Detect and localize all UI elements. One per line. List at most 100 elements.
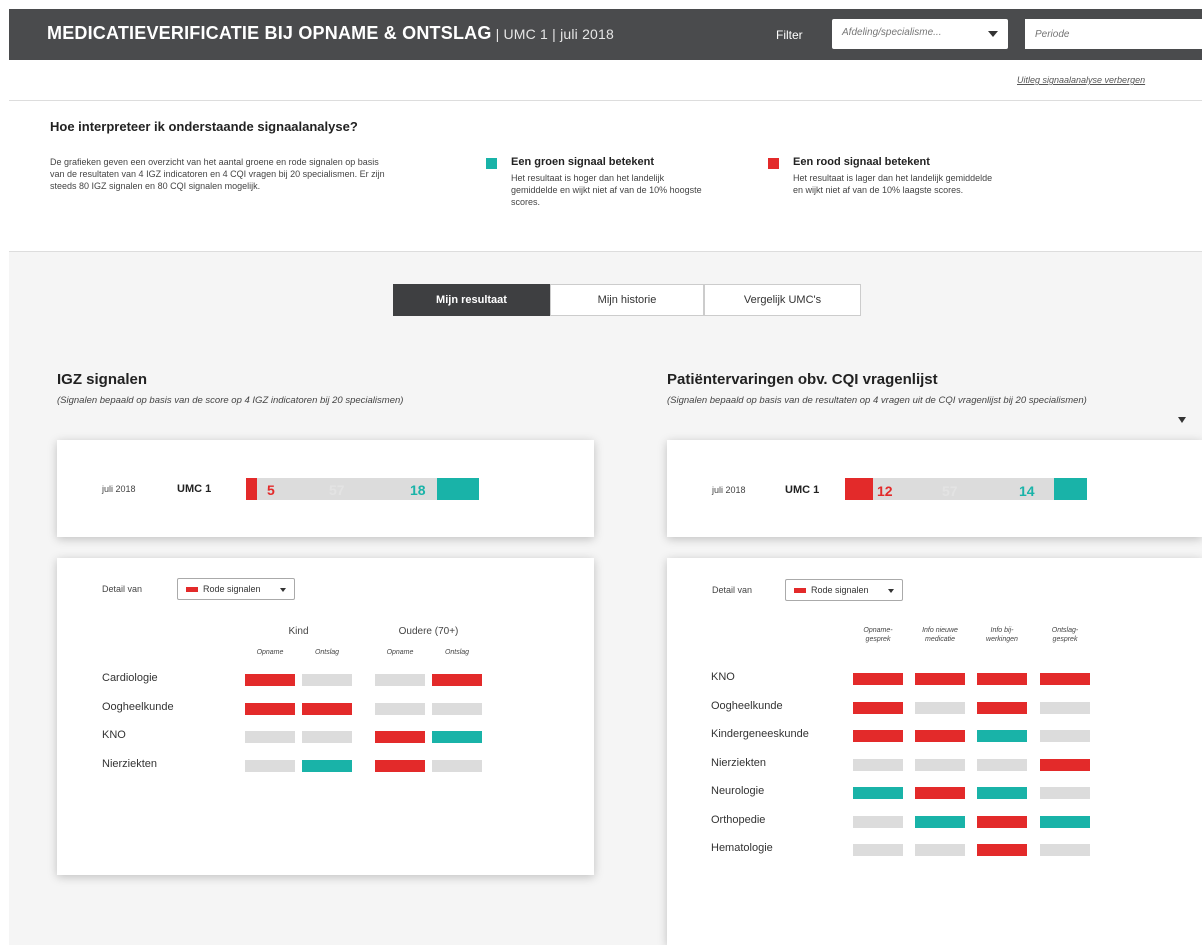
igz-column-header: Opname: [256, 649, 284, 656]
cqi-row-label: Neurologie: [711, 785, 765, 797]
cqi-signal-cell-grey: [1040, 701, 1090, 714]
cqi-signal-cell-red: [1040, 758, 1090, 771]
red-swatch-icon: [186, 587, 198, 592]
igz-detail-card: Detail van Rode signalen Kind Oudere (70…: [57, 558, 594, 875]
cqi-neutral-count: 57: [942, 483, 958, 499]
tab-vergelijk-umcs[interactable]: Vergelijk UMC's: [704, 284, 861, 316]
app-subtitle: | UMC 1 | juli 2018: [495, 26, 615, 42]
cqi-row-label: Oogheelkunde: [711, 699, 783, 712]
filter-label: Filter: [776, 28, 803, 42]
red-square-icon: [768, 158, 779, 169]
tab-mijn-resultaat[interactable]: Mijn resultaat: [393, 284, 550, 316]
cqi-signal-cell-grey: [915, 844, 965, 856]
explanation-title: Hoe interpreteer ik onderstaande signaal…: [50, 119, 358, 134]
hide-explanation-link[interactable]: Uitleg signaalanalyse verbergen: [1017, 75, 1145, 85]
cqi-signal-cell-green: [977, 730, 1027, 742]
cqi-green-count: 14: [1019, 483, 1035, 499]
igz-signal-cell-grey: [375, 674, 425, 686]
igz-signal-cell-grey: [245, 759, 295, 772]
igz-bar-red: [246, 478, 257, 500]
cqi-row-label: Orthopedie: [711, 813, 766, 826]
app-title: MEDICATIEVERIFICATIE BIJ OPNAME & ONTSLA…: [47, 23, 614, 44]
cqi-column-header: Info nieuwe medicatie: [922, 627, 958, 643]
cqi-signal-cell-red: [977, 815, 1027, 828]
cqi-summary-date: juli 2018: [712, 485, 746, 495]
cqi-signal-cell-grey: [853, 758, 903, 771]
chevron-down-icon: [280, 588, 286, 592]
top-bar: MEDICATIEVERIFICATIE BIJ OPNAME & ONTSLA…: [9, 9, 1202, 60]
department-select-value: Afdeling/specialisme...: [842, 27, 942, 38]
igz-column-header: Ontslag: [444, 649, 470, 656]
cqi-signal-cell-red: [1040, 673, 1090, 685]
cqi-signal-cell-red: [977, 844, 1027, 856]
department-select[interactable]: Afdeling/specialisme...: [832, 19, 1008, 49]
cqi-summary-umc: UMC 1: [785, 484, 820, 496]
igz-signal-cell-grey: [432, 759, 482, 772]
igz-dropdown-value: Rode signalen: [203, 584, 261, 594]
cqi-signal-cell-green: [915, 815, 965, 828]
cqi-bar-red: [845, 478, 873, 500]
igz-row-label: Nierziekten: [102, 757, 158, 770]
igz-signal-cell-green: [302, 759, 352, 772]
chevron-down-icon: [988, 31, 998, 37]
cqi-title: Patiëntervaringen obv. CQI vragenlijst: [667, 371, 938, 388]
cqi-summary-card: juli 2018 UMC 1 12 57 14: [667, 440, 1202, 537]
igz-summary-card: juli 2018 UMC 1 5 57 18: [57, 440, 594, 537]
igz-row-label: Cardiologie: [102, 672, 158, 684]
igz-row-label: Oogheelkunde: [102, 700, 174, 713]
cqi-signal-cell-red: [977, 701, 1027, 714]
green-square-icon: [486, 158, 497, 169]
cqi-signal-cell-red: [915, 673, 965, 685]
igz-signal-cell-red: [375, 731, 425, 743]
igz-signal-cell-grey: [245, 731, 295, 743]
period-input[interactable]: [1025, 19, 1202, 49]
igz-group-kind: Kind: [288, 626, 309, 637]
igz-subtitle: (Signalen bepaald op basis van de score …: [57, 395, 404, 406]
igz-signal-cell-green: [432, 731, 482, 743]
cqi-row-label: Hematologie: [711, 842, 773, 854]
igz-column-header: Ontslag: [314, 649, 340, 656]
cqi-signal-cell-grey: [915, 701, 965, 714]
explanation-text: De grafieken geven een overzicht van het…: [50, 157, 385, 191]
cqi-red-count: 12: [877, 483, 893, 499]
legend-green-title: Een groen signaal betekent: [511, 156, 655, 168]
cqi-signal-cell-red: [915, 787, 965, 799]
cqi-signal-cell-grey: [853, 815, 903, 828]
cqi-signal-cell-red: [853, 701, 903, 714]
chevron-down-icon: [888, 589, 894, 593]
cqi-signal-type-dropdown[interactable]: Rode signalen: [785, 579, 903, 601]
cqi-column-header: Opname-gesprek: [863, 627, 893, 643]
igz-summary-date: juli 2018: [102, 484, 136, 494]
igz-signal-cell-grey: [432, 702, 482, 715]
collapse-down-icon[interactable]: [1178, 417, 1186, 423]
cqi-column-header: Info bij-werkingen: [986, 627, 1018, 643]
igz-signal-cell-red: [302, 702, 352, 715]
tab-mijn-historie[interactable]: Mijn historie: [550, 284, 704, 316]
igz-green-count: 18: [410, 482, 426, 498]
cqi-detail-label: Detail van: [712, 585, 753, 595]
legend-red-title: Een rood signaal betekent: [793, 156, 930, 168]
igz-signal-cell-grey: [302, 674, 352, 686]
igz-group-oudere: Oudere (70+): [398, 626, 459, 637]
cqi-column-header: Ontslag-gesprek: [1051, 627, 1079, 643]
cqi-signal-cell-red: [977, 673, 1027, 685]
cqi-signal-cell-green: [977, 787, 1027, 799]
igz-signal-type-dropdown[interactable]: Rode signalen: [177, 578, 295, 600]
igz-signal-cell-red: [245, 702, 295, 715]
igz-column-header: Opname: [386, 649, 414, 656]
igz-neutral-count: 57: [329, 482, 345, 498]
cqi-row-label: Nierziekten: [711, 756, 767, 769]
cqi-signal-cell-red: [853, 730, 903, 742]
cqi-row-label: Kindergeneeskunde: [711, 728, 809, 740]
cqi-signal-cell-grey: [853, 844, 903, 856]
cqi-signal-cell-grey: [915, 758, 965, 771]
legend-green-text: Het resultaat is hoger dan het landelijk…: [511, 173, 702, 207]
legend-red-text: Het resultaat is lager dan het landelijk…: [793, 173, 993, 195]
cqi-signal-cell-green: [1040, 815, 1090, 828]
view-tabs: Mijn resultaat Mijn historie Vergelijk U…: [393, 284, 861, 316]
igz-detail-label: Detail van: [102, 584, 143, 594]
red-swatch-icon: [794, 588, 806, 593]
igz-signal-cell-red: [245, 674, 295, 686]
cqi-detail-card: Detail van Rode signalen Opname-gesprek I…: [667, 558, 1202, 945]
cqi-dropdown-value: Rode signalen: [811, 585, 869, 595]
